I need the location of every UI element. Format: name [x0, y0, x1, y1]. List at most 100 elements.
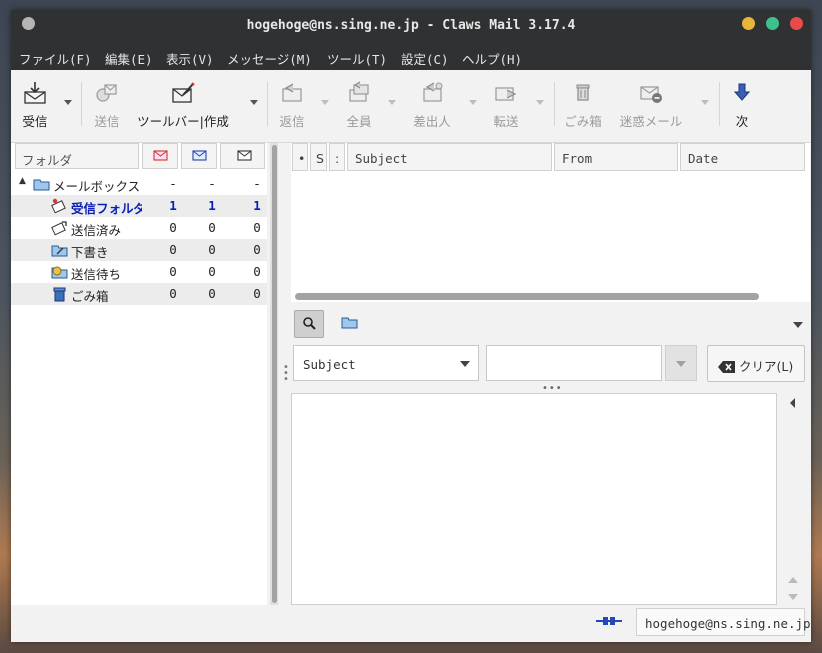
- minimize-button[interactable]: [742, 17, 755, 30]
- toolbar-separator: [267, 82, 268, 126]
- trash-button[interactable]: ごみ箱: [561, 80, 605, 130]
- status-column-header[interactable]: S: [310, 143, 327, 171]
- reply-icon: [282, 83, 302, 102]
- folder-name: 下書き: [71, 245, 109, 260]
- new-mail-icon: [153, 150, 168, 161]
- new-count-column-header[interactable]: [142, 143, 178, 169]
- splitter-handle-icon[interactable]: • • •: [283, 363, 289, 385]
- search-field-combobox[interactable]: Subject: [293, 345, 479, 381]
- spam-dropdown-arrow[interactable]: [701, 100, 709, 105]
- folder-row-drafts[interactable]: 下書き 0 0 0: [11, 239, 267, 261]
- total-count-column-header[interactable]: [220, 143, 265, 169]
- folder-row-trash[interactable]: ごみ箱 0 0 0: [11, 283, 267, 305]
- search-query-input[interactable]: [486, 345, 662, 381]
- total-mail-icon: [237, 150, 252, 161]
- subject-column-header[interactable]: Subject: [347, 143, 552, 171]
- folder-new-count: 0: [169, 220, 177, 235]
- reply-all-dropdown-arrow[interactable]: [388, 100, 396, 105]
- message-view[interactable]: [291, 393, 777, 605]
- search-toggle-button[interactable]: [294, 310, 324, 338]
- send-button[interactable]: 送信: [89, 80, 125, 130]
- reply-all-button[interactable]: 全員: [341, 80, 377, 130]
- compose-dropdown-arrow[interactable]: [250, 100, 258, 105]
- folder-row-queue[interactable]: 送信待ち 0 0 0: [11, 261, 267, 283]
- close-button[interactable]: [790, 17, 803, 30]
- window-title: hogehoge@ns.sing.ne.jp - Claws Mail 3.17…: [246, 18, 576, 33]
- from-column-header[interactable]: From: [554, 143, 678, 171]
- search-history-button[interactable]: [665, 345, 697, 381]
- account-selector-button[interactable]: hogehoge@ns.sing.ne.jp: [636, 608, 811, 636]
- forward-icon: [495, 87, 517, 101]
- folder-unread-count: 0: [208, 220, 216, 235]
- next-label: 次: [735, 114, 749, 129]
- message-list-horizontal-scrollbar[interactable]: [295, 293, 759, 300]
- compose-label: ツールバー|作成: [137, 114, 229, 129]
- folder-name: 送信済み: [71, 223, 122, 238]
- search-field-value: Subject: [303, 357, 356, 372]
- receive-dropdown-arrow[interactable]: [64, 100, 72, 105]
- arrow-down-icon: [733, 83, 751, 101]
- next-button[interactable]: 次: [727, 80, 757, 130]
- reply-sender-label: 差出人: [413, 114, 451, 129]
- folder-total-count: 0: [253, 286, 261, 301]
- reply-sender-button[interactable]: 差出人: [410, 80, 454, 130]
- folder-unread-count: 0: [208, 242, 216, 257]
- mark-column-header[interactable]: •: [292, 143, 308, 171]
- date-column-header[interactable]: Date: [680, 143, 805, 171]
- trash-label: ごみ箱: [564, 114, 602, 129]
- scroll-up-icon[interactable]: [788, 577, 798, 583]
- menu-edit[interactable]: 編集(E): [105, 49, 153, 68]
- folder-column-header[interactable]: フォルダ: [15, 143, 139, 169]
- send-queue-icon: [96, 84, 117, 102]
- clear-search-button[interactable]: クリア(L): [707, 345, 805, 382]
- mailbox-folder-icon: [33, 179, 50, 191]
- online-connection-icon[interactable]: [595, 614, 623, 628]
- menu-message[interactable]: メッセージ(M): [227, 49, 312, 68]
- folder-name: 受信フォルダ: [71, 201, 142, 216]
- scroll-down-icon[interactable]: [788, 594, 798, 600]
- chevron-left-icon[interactable]: [790, 398, 795, 408]
- expander-arrow-icon[interactable]: ▲: [19, 176, 26, 186]
- reply-button[interactable]: 返信: [274, 80, 310, 130]
- toolbar-separator: [81, 82, 82, 126]
- menu-file[interactable]: ファイル(F): [19, 49, 92, 68]
- folder-pane-scrollbar[interactable]: [272, 145, 277, 603]
- clear-search-label: クリア(L): [738, 359, 794, 374]
- drafts-folder-icon: [51, 245, 68, 257]
- unread-count-column-header[interactable]: [181, 143, 217, 169]
- folder-total-count: 0: [253, 242, 261, 257]
- folder-total-count: 0: [253, 220, 261, 235]
- menu-view[interactable]: 表示(V): [166, 49, 214, 68]
- spam-button[interactable]: 迷惑メール: [616, 80, 686, 130]
- reply-dropdown-arrow[interactable]: [321, 100, 329, 105]
- folder-unread-count: 0: [208, 286, 216, 301]
- reply-label: 返信: [279, 114, 305, 129]
- message-list: • S : Subject From Date: [291, 143, 810, 302]
- compose-button[interactable]: ツールバー|作成: [133, 80, 233, 130]
- claws-mail-window: hogehoge@ns.sing.ne.jp - Claws Mail 3.17…: [11, 10, 811, 642]
- folder-unread-count: -: [209, 176, 215, 191]
- receive-button[interactable]: 受信: [17, 80, 53, 130]
- folder-row-inbox[interactable]: 受信フォルダ 1 1 1: [11, 195, 267, 217]
- maximize-button[interactable]: [766, 17, 779, 30]
- reply-sender-dropdown-arrow[interactable]: [469, 100, 477, 105]
- search-icon: [303, 317, 316, 330]
- menu-help[interactable]: ヘルプ(H): [462, 49, 522, 68]
- trash-folder-icon: [53, 287, 66, 302]
- attachment-column-header[interactable]: :: [329, 143, 345, 171]
- folder-row-sent[interactable]: 送信済み 0 0 0: [11, 217, 267, 239]
- folder-icon[interactable]: [341, 315, 359, 331]
- search-options-dropdown-arrow[interactable]: [793, 322, 803, 328]
- spam-label: 迷惑メール: [619, 114, 683, 129]
- menu-tools[interactable]: ツール(T): [327, 49, 387, 68]
- forward-button[interactable]: 転送: [488, 80, 524, 130]
- title-bar[interactable]: hogehoge@ns.sing.ne.jp - Claws Mail 3.17…: [11, 10, 811, 44]
- quick-search-bar: [291, 307, 810, 343]
- folder-name: ごみ箱: [71, 289, 109, 304]
- folder-new-count: 0: [169, 264, 177, 279]
- folder-row-mailbox[interactable]: ▲ メールボックス - - -: [11, 173, 267, 195]
- folder-new-count: 0: [169, 286, 177, 301]
- menu-configuration[interactable]: 設定(C): [401, 49, 449, 68]
- receive-label: 受信: [22, 114, 48, 129]
- forward-dropdown-arrow[interactable]: [536, 100, 544, 105]
